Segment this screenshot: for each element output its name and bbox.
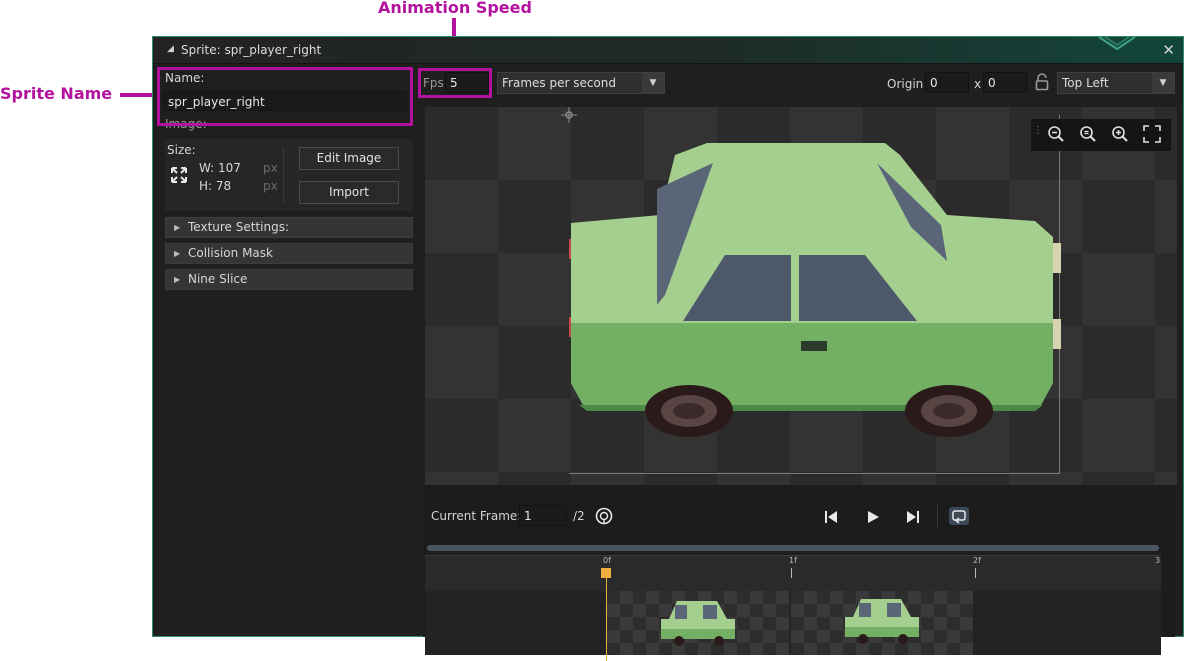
current-frame-label: Current Frame: <box>431 509 522 523</box>
speed-mode-value: Frames per second <box>502 76 616 90</box>
expand-icon[interactable] <box>171 167 187 183</box>
section-nine-slice[interactable]: ▶ Nine Slice <box>165 269 413 290</box>
onion-skin-icon[interactable] <box>595 507 613 525</box>
frame-thumbnail[interactable] <box>607 591 789 655</box>
origin-label: Origin <box>887 77 924 91</box>
play-icon[interactable] <box>865 509 881 525</box>
sprite-canvas[interactable]: ⋮ <box>425 107 1177 485</box>
zoom-toolbar: ⋮ <box>1031 119 1171 151</box>
loop-icon[interactable] <box>949 507 969 525</box>
total-frames: /2 <box>573 509 585 523</box>
zoom-in-icon[interactable] <box>1109 125 1131 145</box>
origin-y-input[interactable]: 0 <box>983 72 1027 93</box>
timeline-ruler[interactable]: 0f 1f 2f 3 <box>425 555 1161 592</box>
speed-mode-dropdown[interactable]: Frames per second ▼ <box>497 72 665 94</box>
properties-panel: Name: spr_player_right Image: Size: W: 1… <box>157 67 413 637</box>
tick-3: 3 <box>1155 556 1161 565</box>
editor-area: Fps 5 Frames per second ▼ Origin 0 x 0 T… <box>418 65 1177 661</box>
chevron-right-icon: ▶ <box>174 275 181 284</box>
timeline: 0f 1f 2f 3 <box>425 545 1161 661</box>
origin-separator: x <box>974 77 982 91</box>
height-unit: px <box>263 179 278 193</box>
width-value: W: 107 <box>199 161 241 175</box>
origin-preset-dropdown[interactable]: Top Left ▼ <box>1057 72 1175 94</box>
fps-highlight <box>418 68 492 98</box>
zoom-out-icon[interactable] <box>1045 125 1067 145</box>
origin-marker-icon[interactable] <box>561 107 577 123</box>
origin-preset-value: Top Left <box>1062 76 1109 90</box>
tick-mark <box>791 568 792 578</box>
size-divider <box>283 147 284 203</box>
width-unit: px <box>263 161 278 175</box>
lock-icon[interactable] <box>1035 73 1049 91</box>
animation-speed-annotation: Animation Speed <box>378 0 532 17</box>
chevron-down-icon: ▼ <box>642 73 664 93</box>
size-label: Size: <box>167 143 196 157</box>
window-title: Sprite: spr_player_right <box>181 43 322 57</box>
height-value: H: 78 <box>199 179 232 193</box>
tick-2: 2f <box>973 556 981 565</box>
close-icon[interactable]: ✕ <box>1162 41 1175 59</box>
section-label: Nine Slice <box>188 272 248 286</box>
sprite-name-highlight <box>157 67 413 126</box>
frame-strip <box>425 571 1161 661</box>
collapse-icon[interactable]: ◢ <box>167 44 174 54</box>
skip-to-end-icon[interactable] <box>905 509 921 525</box>
chevron-down-icon: ▼ <box>1152 73 1174 93</box>
origin-x-input[interactable]: 0 <box>925 72 969 93</box>
section-collision-mask[interactable]: ▶ Collision Mask <box>165 243 413 264</box>
playback-panel: Current Frame: 1 /2 0f 1f 2f 3 <box>423 485 1175 661</box>
tick-1: 1f <box>789 556 797 565</box>
current-frame-input[interactable]: 1 <box>519 505 567 526</box>
tick-mark <box>975 568 976 578</box>
controls-divider <box>937 505 938 527</box>
section-texture-settings[interactable]: ▶ Texture Settings: <box>165 217 413 238</box>
chevron-decor-icon <box>1098 37 1136 51</box>
image-panel: Size: W: 107 H: 78 px px Edit Image Impo… <box>165 139 413 211</box>
drag-handle-icon[interactable]: ⋮ <box>1033 125 1043 145</box>
playhead-line <box>606 571 607 661</box>
fit-screen-icon[interactable] <box>1141 125 1163 145</box>
frame-thumbnail[interactable] <box>791 591 973 655</box>
chevron-right-icon: ▶ <box>174 223 181 232</box>
section-label: Collision Mask <box>188 246 273 260</box>
timeline-scrollbar[interactable] <box>427 545 1159 551</box>
sprite-editor-window: ◢ Sprite: spr_player_right ✕ Name: spr_p… <box>152 36 1184 661</box>
chevron-right-icon: ▶ <box>174 249 181 258</box>
tick-0: 0f <box>603 556 611 565</box>
skip-to-start-icon[interactable] <box>823 509 839 525</box>
section-label: Texture Settings: <box>188 220 290 234</box>
car-sprite <box>569 143 1061 437</box>
edit-image-button[interactable]: Edit Image <box>299 147 399 170</box>
sprite-name-annotation: Sprite Name <box>0 84 113 103</box>
import-button[interactable]: Import <box>299 181 399 204</box>
zoom-reset-icon[interactable] <box>1077 125 1099 145</box>
titlebar: ◢ Sprite: spr_player_right ✕ <box>153 37 1183 64</box>
